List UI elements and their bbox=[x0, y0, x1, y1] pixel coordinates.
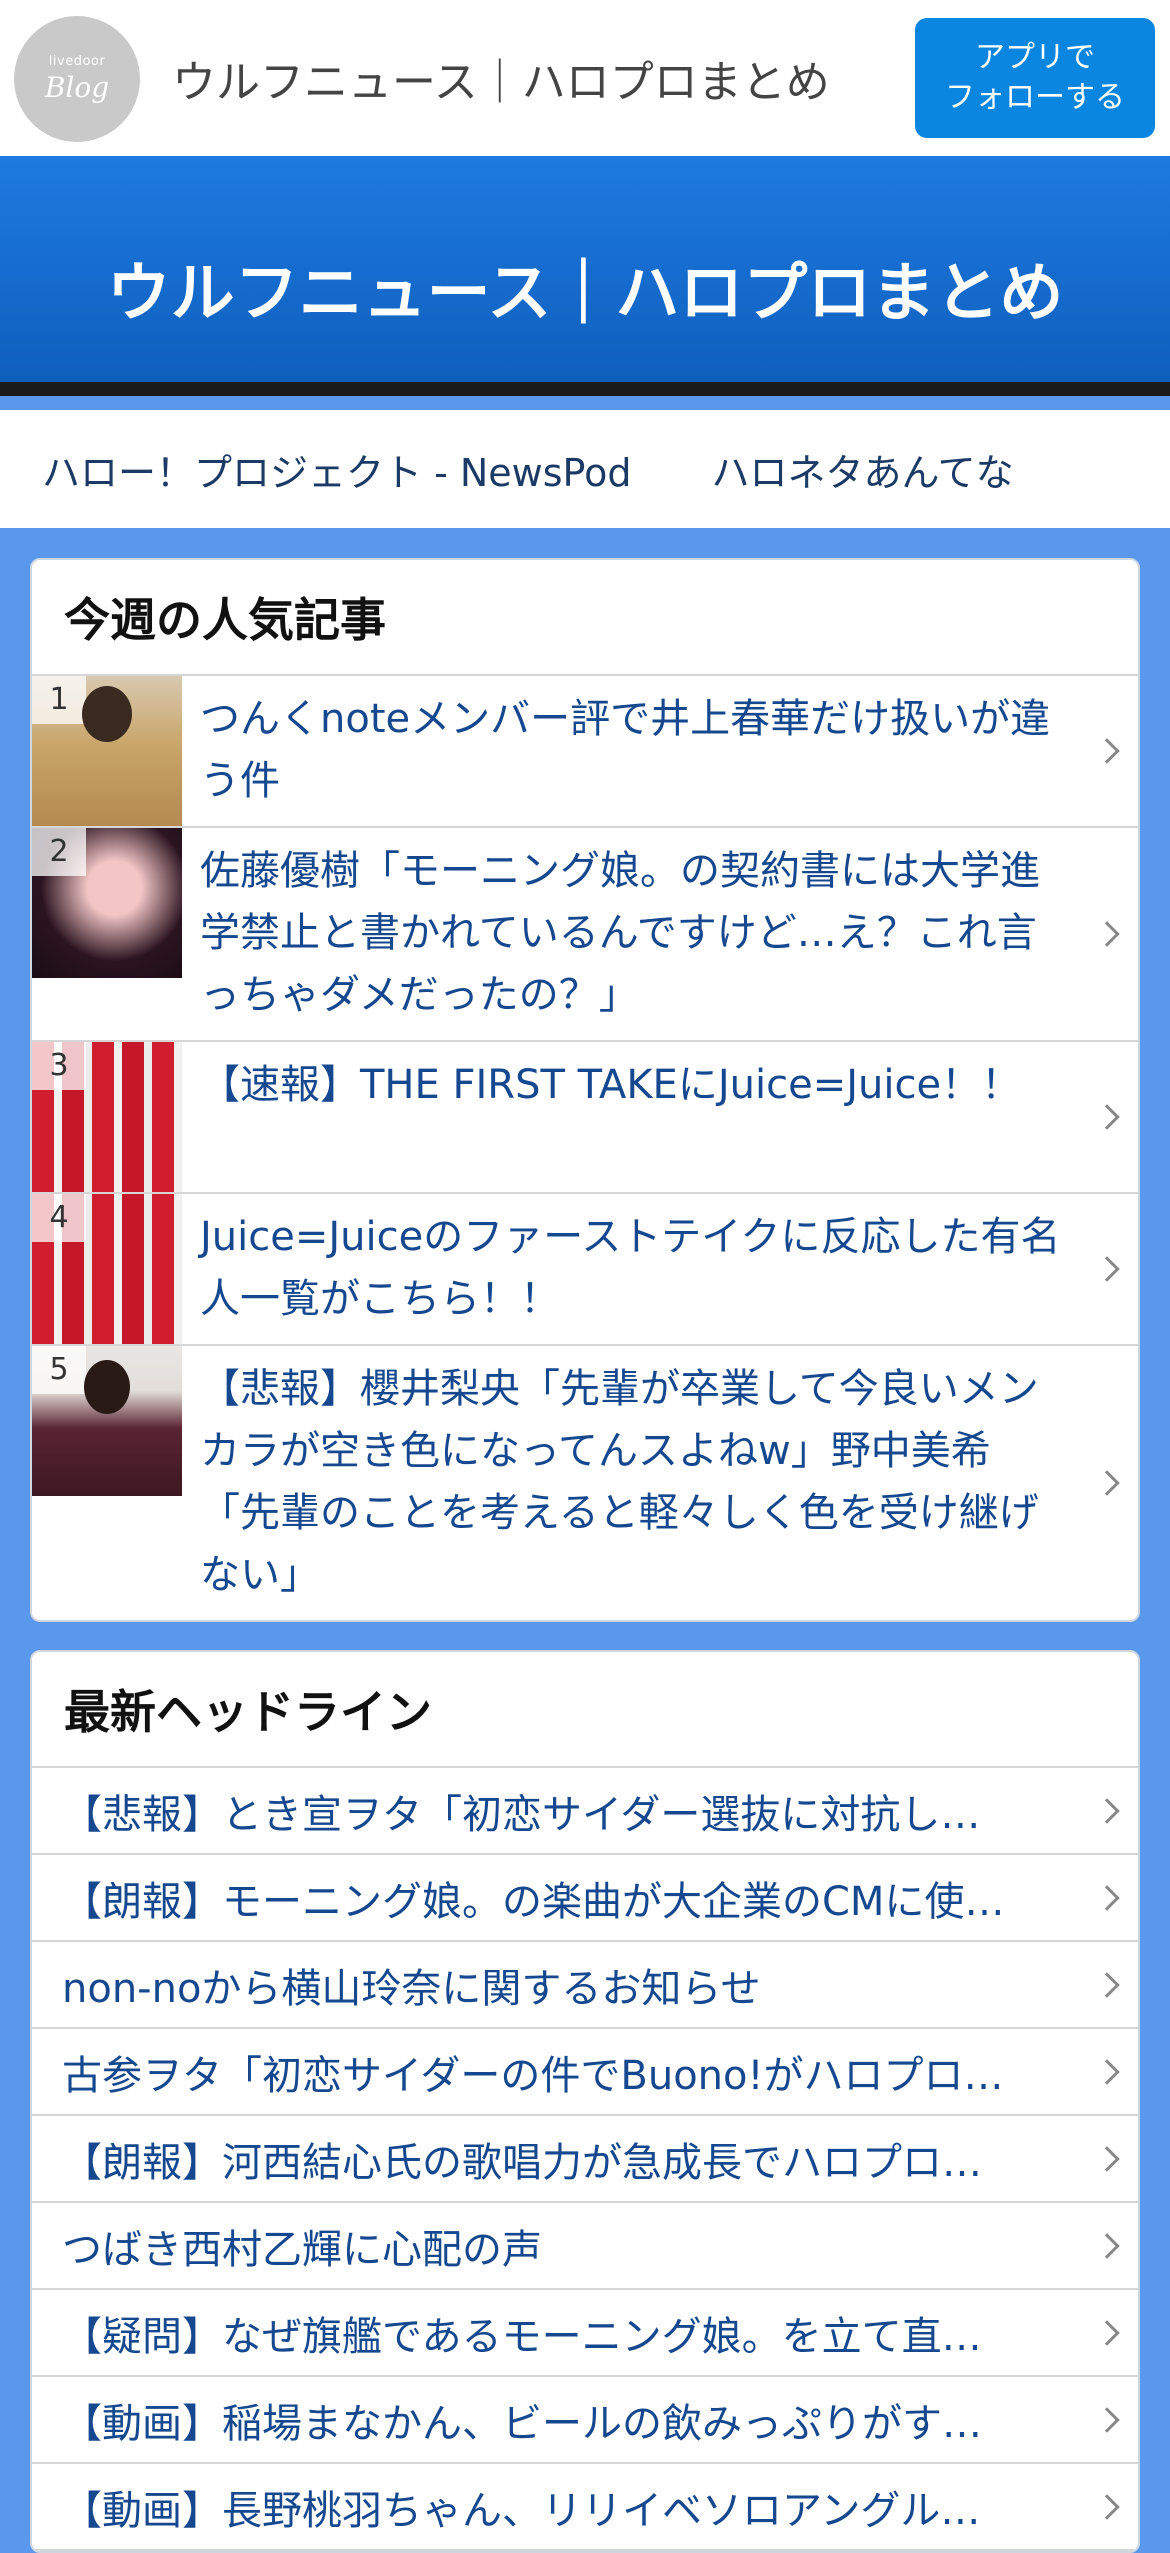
rank-number: 2 bbox=[32, 828, 86, 876]
headline-item[interactable]: 【悲報】とき宣ヲタ「初恋サイダー選抜に対抗し… bbox=[32, 1768, 1138, 1855]
top-bar: livedoor Blog ウルフニュース｜ハロプロまとめ アプリで フォローす… bbox=[0, 0, 1170, 156]
headline-title[interactable]: 【朗報】モーニング娘。の楽曲が大企業のCMに使… bbox=[62, 1869, 1004, 1927]
blog-header-banner[interactable]: ウルフニュース｜ハロプロまとめ bbox=[0, 156, 1170, 396]
latest-headlines-card: 最新ヘッドライン 【悲報】とき宣ヲタ「初恋サイダー選抜に対抗し… 【朗報】モーニ… bbox=[30, 1650, 1140, 2553]
ranking-item-title[interactable]: 【悲報】櫻井梨央「先輩が卒業して今良いメンカラが空き色になってんスよねw」野中美… bbox=[182, 1346, 1138, 1620]
article-thumbnail[interactable]: 3 bbox=[32, 1042, 182, 1192]
article-thumbnail[interactable]: 4 bbox=[32, 1194, 182, 1344]
headline-title[interactable]: 【動画】長野桃羽ちゃん、リリイベソロアングル… bbox=[62, 2478, 980, 2536]
logo-big-text: Blog bbox=[44, 71, 110, 104]
chevron-right-icon bbox=[1094, 2058, 1120, 2085]
ranking-item-title[interactable]: 【速報】THE FIRST TAKEにJuice=Juice！！ bbox=[182, 1042, 1138, 1192]
latest-headlines-title: 最新ヘッドライン bbox=[32, 1652, 1138, 1768]
ranking-item-title[interactable]: 佐藤優樹「モーニング娘。の契約書には大学進学禁止と書かれているんですけど…え？こ… bbox=[182, 828, 1138, 1040]
headline-item[interactable]: non-noから横山玲奈に関するお知らせ bbox=[32, 1942, 1138, 2029]
logo-small-text: livedoor bbox=[48, 54, 106, 69]
chevron-right-icon bbox=[1094, 2406, 1120, 2433]
rank-number: 4 bbox=[32, 1194, 86, 1242]
follow-in-app-button[interactable]: アプリで フォローする bbox=[915, 18, 1155, 138]
chevron-right-icon bbox=[1094, 1884, 1120, 1911]
headline-item[interactable]: 【朗報】モーニング娘。の楽曲が大企業のCMに使… bbox=[32, 1855, 1138, 1942]
link-newspod[interactable]: ハロー！プロジェクト - NewsPod bbox=[42, 442, 631, 497]
popular-articles-card: 今週の人気記事 1 つんくnoteメンバー評で井上春華だけ扱いが違う件 2 佐藤… bbox=[30, 558, 1140, 1622]
chevron-right-icon bbox=[1094, 2145, 1120, 2172]
headline-item[interactable]: 【動画】長野桃羽ちゃん、リリイベソロアングル… bbox=[32, 2464, 1138, 2551]
article-thumbnail[interactable]: 5 bbox=[32, 1346, 182, 1496]
headline-title[interactable]: 【動画】稲場まなかん、ビールの飲みっぷりがす… bbox=[62, 2391, 982, 2449]
headline-title[interactable]: つばき西村乙輝に心配の声 bbox=[62, 2217, 542, 2275]
popular-articles-title: 今週の人気記事 bbox=[32, 560, 1138, 676]
chevron-right-icon bbox=[1094, 1971, 1120, 1998]
ranking-item[interactable]: 4 Juice=Juiceのファーストテイクに反応した有名人一覧がこちら！！ bbox=[32, 1194, 1138, 1346]
article-thumbnail[interactable]: 2 bbox=[32, 828, 182, 978]
livedoor-blog-logo[interactable]: livedoor Blog bbox=[14, 16, 140, 142]
headline-item[interactable]: 【疑問】なぜ旗艦であるモーニング娘。を立て直… bbox=[32, 2290, 1138, 2377]
headline-item[interactable]: 【朗報】河西結心氏の歌唱力が急成長でハロプロ… bbox=[32, 2116, 1138, 2203]
headline-item[interactable]: 【動画】稲場まなかん、ビールの飲みっぷりがす… bbox=[32, 2377, 1138, 2464]
rank-number: 3 bbox=[32, 1042, 86, 1090]
headline-item[interactable]: 古参ヲタ「初恋サイダーの件でBuono!がハロプロ… bbox=[32, 2029, 1138, 2116]
headline-title[interactable]: 古参ヲタ「初恋サイダーの件でBuono!がハロプロ… bbox=[62, 2043, 1004, 2101]
ranking-item[interactable]: 3 【速報】THE FIRST TAKEにJuice=Juice！！ bbox=[32, 1042, 1138, 1194]
antenna-link-bar: ハロー！プロジェクト - NewsPod ハロネタあんてな bbox=[0, 410, 1170, 528]
headline-title[interactable]: 【朗報】河西結心氏の歌唱力が急成長でハロプロ… bbox=[62, 2130, 982, 2188]
ranking-item[interactable]: 2 佐藤優樹「モーニング娘。の契約書には大学進学禁止と書かれているんですけど…え… bbox=[32, 828, 1138, 1042]
rank-number: 1 bbox=[32, 676, 86, 724]
ranking-item[interactable]: 1 つんくnoteメンバー評で井上春華だけ扱いが違う件 bbox=[32, 676, 1138, 828]
follow-button-line1: アプリで bbox=[975, 40, 1095, 75]
chevron-right-icon bbox=[1094, 2319, 1120, 2346]
ranking-item-title[interactable]: Juice=Juiceのファーストテイクに反応した有名人一覧がこちら！！ bbox=[182, 1194, 1138, 1344]
headline-item[interactable]: つばき西村乙輝に心配の声 bbox=[32, 2203, 1138, 2290]
blog-title[interactable]: ウルフニュース｜ハロプロまとめ bbox=[0, 242, 1170, 334]
headline-title[interactable]: 【悲報】とき宣ヲタ「初恋サイダー選抜に対抗し… bbox=[62, 1782, 980, 1840]
follow-button-line2: フォローする bbox=[945, 80, 1125, 115]
rank-number: 5 bbox=[32, 1346, 86, 1394]
link-haloneta-antenna[interactable]: ハロネタあんてな bbox=[711, 442, 1013, 497]
chevron-right-icon bbox=[1094, 1797, 1120, 1824]
site-name[interactable]: ウルフニュース｜ハロプロまとめ bbox=[172, 46, 830, 110]
ranking-item[interactable]: 5 【悲報】櫻井梨央「先輩が卒業して今良いメンカラが空き色になってんスよねw」野… bbox=[32, 1346, 1138, 1620]
article-thumbnail[interactable]: 1 bbox=[32, 676, 182, 826]
chevron-right-icon bbox=[1094, 2232, 1120, 2259]
headline-title[interactable]: 【疑問】なぜ旗艦であるモーニング娘。を立て直… bbox=[62, 2304, 982, 2362]
headline-title[interactable]: non-noから横山玲奈に関するお知らせ bbox=[62, 1956, 761, 2014]
ranking-item-title[interactable]: つんくnoteメンバー評で井上春華だけ扱いが違う件 bbox=[182, 676, 1138, 826]
chevron-right-icon bbox=[1094, 2493, 1120, 2520]
